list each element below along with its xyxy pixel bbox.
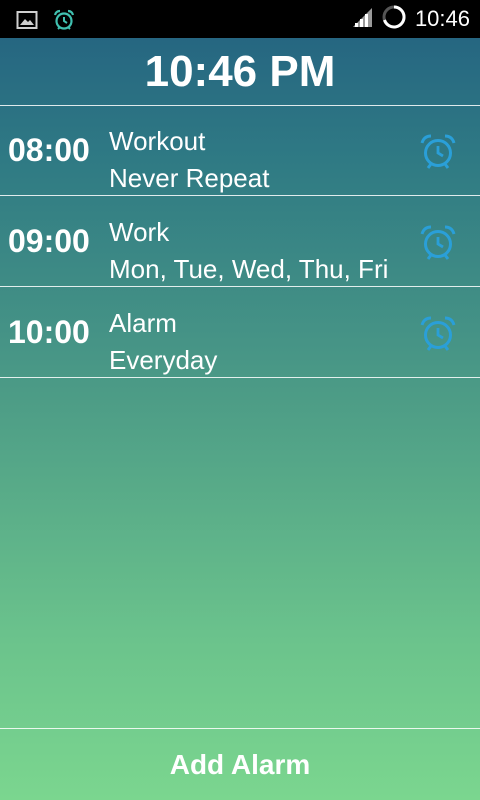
alarm-repeat: Everyday (109, 345, 218, 375)
status-left-icons (16, 8, 76, 37)
alarm-details: Work Mon, Tue, Wed, Thu, Fri (109, 214, 388, 288)
alarm-time: 10:00 (8, 314, 90, 350)
add-alarm-label: Add Alarm (169, 749, 311, 780)
alarm-repeat: Never Repeat (109, 163, 270, 193)
current-time: 10:46 PM (144, 46, 336, 96)
alarm-name: Alarm (109, 308, 177, 338)
alarm-clock-icon (52, 8, 76, 37)
alarm-row[interactable]: 09:00 Work Mon, Tue, Wed, Thu, Fri (0, 196, 480, 287)
alarm-details: Alarm Everyday (109, 305, 217, 379)
alarm-time: 09:00 (8, 223, 90, 259)
alarm-screen: 10:46 10:46 PM 08:00 Workout Never Repea… (0, 0, 480, 800)
status-bar: 10:46 (0, 0, 480, 38)
alarm-repeat: Mon, Tue, Wed, Thu, Fri (109, 254, 389, 284)
alarm-clock-icon[interactable] (418, 314, 458, 354)
alarm-list: 08:00 Workout Never Repeat 09:00 Work Mo… (0, 105, 480, 378)
status-time: 10:46 (414, 6, 470, 31)
loading-ring-icon (381, 4, 407, 35)
add-alarm-button[interactable]: Add Alarm (0, 728, 480, 800)
alarm-row[interactable]: 08:00 Workout Never Repeat (0, 105, 480, 196)
alarm-time: 08:00 (8, 132, 90, 168)
alarm-clock-icon[interactable] (418, 223, 458, 263)
alarm-name: Work (109, 217, 170, 247)
alarm-clock-icon[interactable] (418, 132, 458, 172)
signal-icon (351, 6, 373, 33)
status-right: 10:46 (351, 4, 470, 34)
alarm-details: Workout Never Repeat (109, 123, 269, 197)
alarm-name: Workout (109, 126, 206, 156)
alarm-row[interactable]: 10:00 Alarm Everyday (0, 287, 480, 378)
image-icon (16, 10, 38, 35)
current-time-header: 10:46 PM (0, 38, 480, 105)
